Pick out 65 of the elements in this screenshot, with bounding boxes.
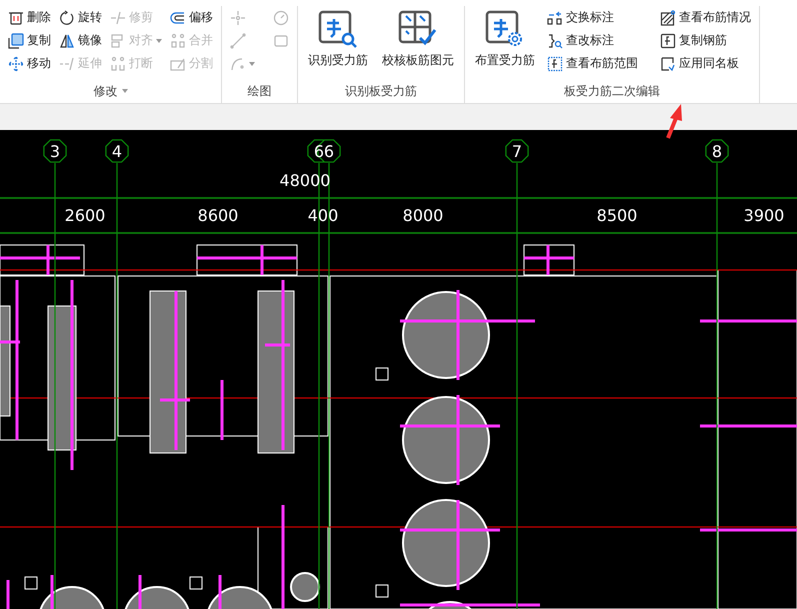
group-label: 板受力筋二次编辑 — [564, 82, 660, 100]
axis-label: 3 — [50, 142, 60, 161]
grid-check-icon — [398, 10, 438, 48]
rebar-gear-icon — [485, 10, 525, 48]
toolbar-button[interactable]: 交换标注 — [547, 6, 638, 29]
axis-label: 4 — [112, 142, 122, 161]
axis-label: 8 — [712, 142, 722, 161]
group-label: 识别板受力筋 — [345, 82, 417, 100]
toolbar-button[interactable]: 查看布筋情况 — [660, 6, 751, 29]
extend-icon — [59, 56, 75, 72]
annotation-arrow — [666, 104, 682, 139]
circle-icon — [273, 10, 289, 26]
copy-icon — [8, 32, 24, 48]
dimension-label: 8000 — [402, 206, 444, 225]
toolbar-button[interactable]: 查看布筋范围 — [547, 52, 638, 75]
rotate-icon — [59, 10, 75, 26]
group-label: 绘图 — [248, 82, 272, 100]
move-icon — [8, 56, 24, 72]
ribbon-button[interactable]: 布置受力筋 — [473, 6, 537, 79]
dimension-label: 3900 — [744, 206, 784, 225]
axis-bubble — [705, 139, 729, 163]
trash-icon — [8, 10, 24, 26]
trim-icon — [110, 10, 126, 26]
offset-icon — [170, 10, 186, 26]
toolbar-button[interactable]: 查改标注 — [547, 29, 638, 52]
copy-icon — [660, 32, 676, 48]
range-icon — [547, 56, 563, 72]
rebar-search-icon — [318, 10, 358, 48]
ribbon-button[interactable]: 校核板筋图元 — [380, 6, 456, 79]
axis-bubble — [105, 139, 129, 163]
axis-bubble — [317, 139, 341, 163]
axis-label: 7 — [512, 142, 522, 161]
line-icon — [230, 32, 246, 48]
arc-icon — [230, 56, 246, 72]
dimension-label: 400 — [308, 206, 338, 225]
toolbar-button[interactable]: 旋转 — [59, 6, 102, 29]
caret-icon — [156, 38, 162, 42]
dimension-label: 2600 — [64, 206, 106, 225]
ribbon-button[interactable]: 识别受力筋 — [306, 6, 370, 79]
merge-icon — [170, 32, 186, 48]
hatch-icon — [660, 10, 676, 26]
search-icon — [547, 32, 563, 48]
caret-icon — [122, 89, 128, 93]
toolbar-button[interactable]: 删除 — [8, 6, 51, 29]
dimension-label: 8600 — [198, 206, 238, 225]
toolbar-button[interactable]: 镜像 — [59, 29, 102, 52]
board-icon — [660, 56, 676, 72]
dimension-label: 8500 — [596, 206, 638, 225]
axis-label: 6 — [314, 142, 324, 161]
point-icon — [230, 10, 246, 26]
dimension-label: 48000 — [280, 171, 330, 190]
toolbar-button[interactable]: 应用同名板 — [660, 52, 751, 75]
rectangle-icon — [273, 32, 289, 48]
toolbar-button[interactable]: 复制钢筋 — [660, 29, 751, 52]
group-label: 修改 — [94, 82, 118, 100]
toolbar-button[interactable]: 复制 — [8, 29, 51, 52]
break-icon — [110, 56, 126, 72]
toolbar-button[interactable]: 移动 — [8, 52, 51, 75]
axis-bubble — [43, 139, 67, 163]
toolbar-button[interactable]: 偏移 — [170, 6, 213, 29]
swap-icon — [547, 10, 563, 26]
mirror-icon — [59, 32, 75, 48]
caret-icon — [249, 62, 255, 66]
axis-bubble — [505, 139, 529, 163]
axis-label: 6 — [324, 142, 334, 161]
